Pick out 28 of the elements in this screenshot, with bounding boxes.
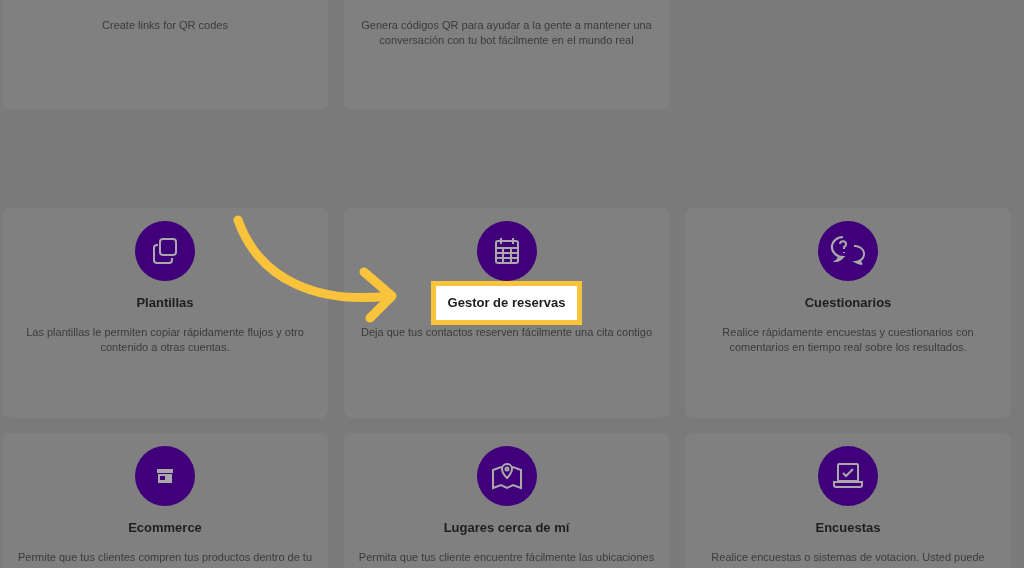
feature-card[interactable]: Plantillas Las plantillas le permiten copiar rápidamente flujos y otro contenido a otras cuentas. [2,208,328,418]
card-title: Lugares cerca de mí [443,520,570,536]
store-icon [156,468,174,484]
card-description: Realice encuestas o sistemas de votacion. Usted puede [710,550,986,565]
card-description: Permita que tus cliente encuentre fácilmente las ubicaciones [357,550,656,565]
feature-card[interactable]: Create links for QR codes [2,0,328,110]
feature-card[interactable]: Encuestas Realice encuestas o sistemas de votacion. Usted puede [685,433,1011,568]
question-chat-icon [830,235,866,267]
feature-card[interactable]: Genera códigos QR para ayudar a la gente a mantener una conversación con tu bot fácilmente en el mundo real [343,0,670,110]
card-description: Create links for QR codes [101,18,229,33]
copy-icon [150,236,180,266]
feature-card[interactable]: Ecommerce Permite que tus clientes compren tus productos dentro de tu [2,433,328,568]
laptop-check-icon [832,462,864,490]
card-description: Realice rápidamente encuestas y cuestionarios con comentarios en tiempo real sobre los resultados. [721,325,975,355]
calendar-icon [492,236,521,266]
card-title: Gestor de reservas [430,281,583,325]
card-title: Ecommerce [128,520,202,536]
card-description: Las plantillas le permiten copiar rápidamente flujos y otro contenido a otras cuentas. [25,325,305,355]
feature-card[interactable]: Cuestionarios Realice rápidamente encuestas y cuestionarios con comentarios en tiempo real sobre los resultados. [685,208,1011,418]
feature-card[interactable]: Lugares cerca de mí Permita que tus cliente encuentre fácilmente las ubicaciones [343,433,670,568]
card-description: Permite que tus clientes compren tus productos dentro de tu [16,550,314,565]
card-title: Encuestas [815,520,881,536]
feature-card[interactable]: Gestor de reservas Deja que tus contactos reserven fácilmente una cita contigo [343,208,670,418]
card-title: Cuestionarios [804,295,892,311]
card-description: Genera códigos QR para ayudar a la gente a mantener una conversación con tu bot fácilmente en el mundo real [360,18,653,48]
map-pin-icon [489,461,524,491]
card-title: Plantillas [136,295,194,311]
card-description: Deja que tus contactos reserven fácilmente una cita contigo [359,325,654,340]
